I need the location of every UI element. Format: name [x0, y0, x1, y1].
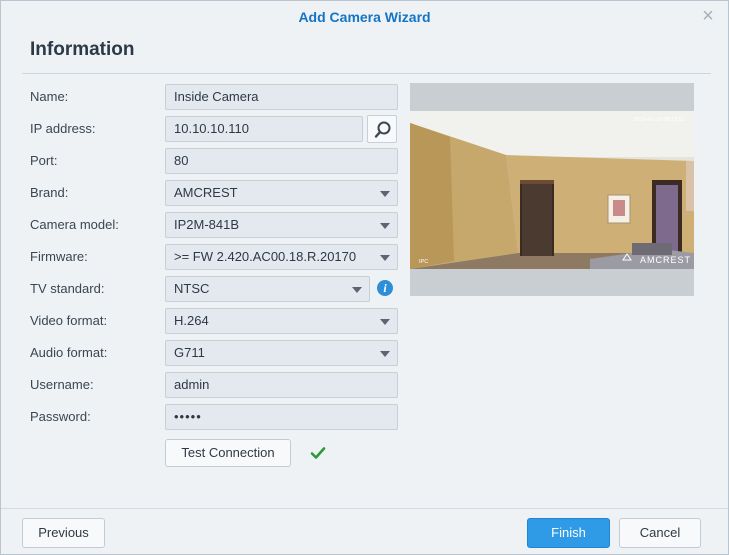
camera-preview-image: 2019-01-10 08:12:51 IPC AMCREST [410, 83, 694, 296]
video-format-label: Video format: [30, 313, 108, 328]
test-connection-button[interactable]: Test Connection [165, 439, 291, 467]
port-input[interactable]: 80 [165, 148, 398, 174]
ip-address-input[interactable]: 10.10.10.110 [165, 116, 363, 142]
password-label: Password: [30, 409, 91, 424]
cancel-button[interactable]: Cancel [619, 518, 701, 548]
tv-standard-value: NTSC [174, 281, 210, 296]
audio-format-value: G711 [174, 345, 205, 360]
name-input[interactable]: Inside Camera [165, 84, 398, 110]
finish-button[interactable]: Finish [527, 518, 610, 548]
dialog-title: Add Camera Wizard [298, 9, 431, 25]
previous-button[interactable]: Previous [22, 518, 105, 548]
section-divider [22, 73, 711, 74]
firmware-label: Firmware: [30, 249, 88, 264]
dialog-titlebar: Add Camera Wizard [1, 1, 728, 33]
password-input[interactable]: ••••• [165, 404, 398, 430]
audio-format-label: Audio format: [30, 345, 108, 360]
add-camera-dialog: Add Camera Wizard × Information Name: IP… [0, 0, 729, 555]
section-title: Information [30, 39, 135, 60]
camera-model-value: IP2M-841B [174, 217, 240, 232]
footer-divider [1, 508, 728, 509]
audio-format-select[interactable]: G711 [165, 340, 398, 366]
ip-address-value: 10.10.10.110 [174, 121, 249, 136]
chevron-down-icon [352, 287, 362, 293]
username-label: Username: [30, 377, 94, 392]
check-icon [310, 447, 326, 459]
chevron-down-icon [380, 191, 390, 197]
tv-standard-label: TV standard: [30, 281, 105, 296]
name-label: Name: [30, 89, 69, 104]
info-icon[interactable]: i [377, 280, 393, 296]
preview-watermark: AMCREST [640, 255, 691, 265]
name-value: Inside Camera [174, 89, 259, 104]
camera-model-select[interactable]: IP2M-841B [165, 212, 398, 238]
camera-preview: 2019-01-10 08:12:51 IPC AMCREST [410, 83, 694, 296]
preview-timestamp: 2019-01-10 08:12:51 [634, 117, 685, 123]
firmware-select[interactable]: >= FW 2.420.AC00.18.R.20170 [165, 244, 398, 270]
username-input[interactable]: admin [165, 372, 398, 398]
preview-channel: IPC [419, 259, 428, 265]
video-format-select[interactable]: H.264 [165, 308, 398, 334]
ip-address-label: IP address: [30, 121, 96, 136]
port-label: Port: [30, 153, 58, 168]
brand-label: Brand: [30, 185, 69, 200]
close-icon[interactable]: × [700, 6, 716, 26]
tv-standard-select[interactable]: NTSC [165, 276, 370, 302]
brand-select[interactable]: AMCREST [165, 180, 398, 206]
password-value: ••••• [174, 409, 202, 424]
chevron-down-icon [380, 351, 390, 357]
search-icon [374, 121, 391, 138]
brand-value: AMCREST [174, 185, 238, 200]
camera-model-label: Camera model: [30, 217, 119, 232]
firmware-value: >= FW 2.420.AC00.18.R.20170 [174, 249, 357, 264]
chevron-down-icon [380, 223, 390, 229]
video-format-value: H.264 [174, 313, 209, 328]
port-value: 80 [174, 153, 189, 168]
chevron-down-icon [380, 319, 390, 325]
chevron-down-icon [380, 255, 390, 261]
search-button[interactable] [367, 115, 397, 143]
username-value: admin [174, 377, 210, 392]
